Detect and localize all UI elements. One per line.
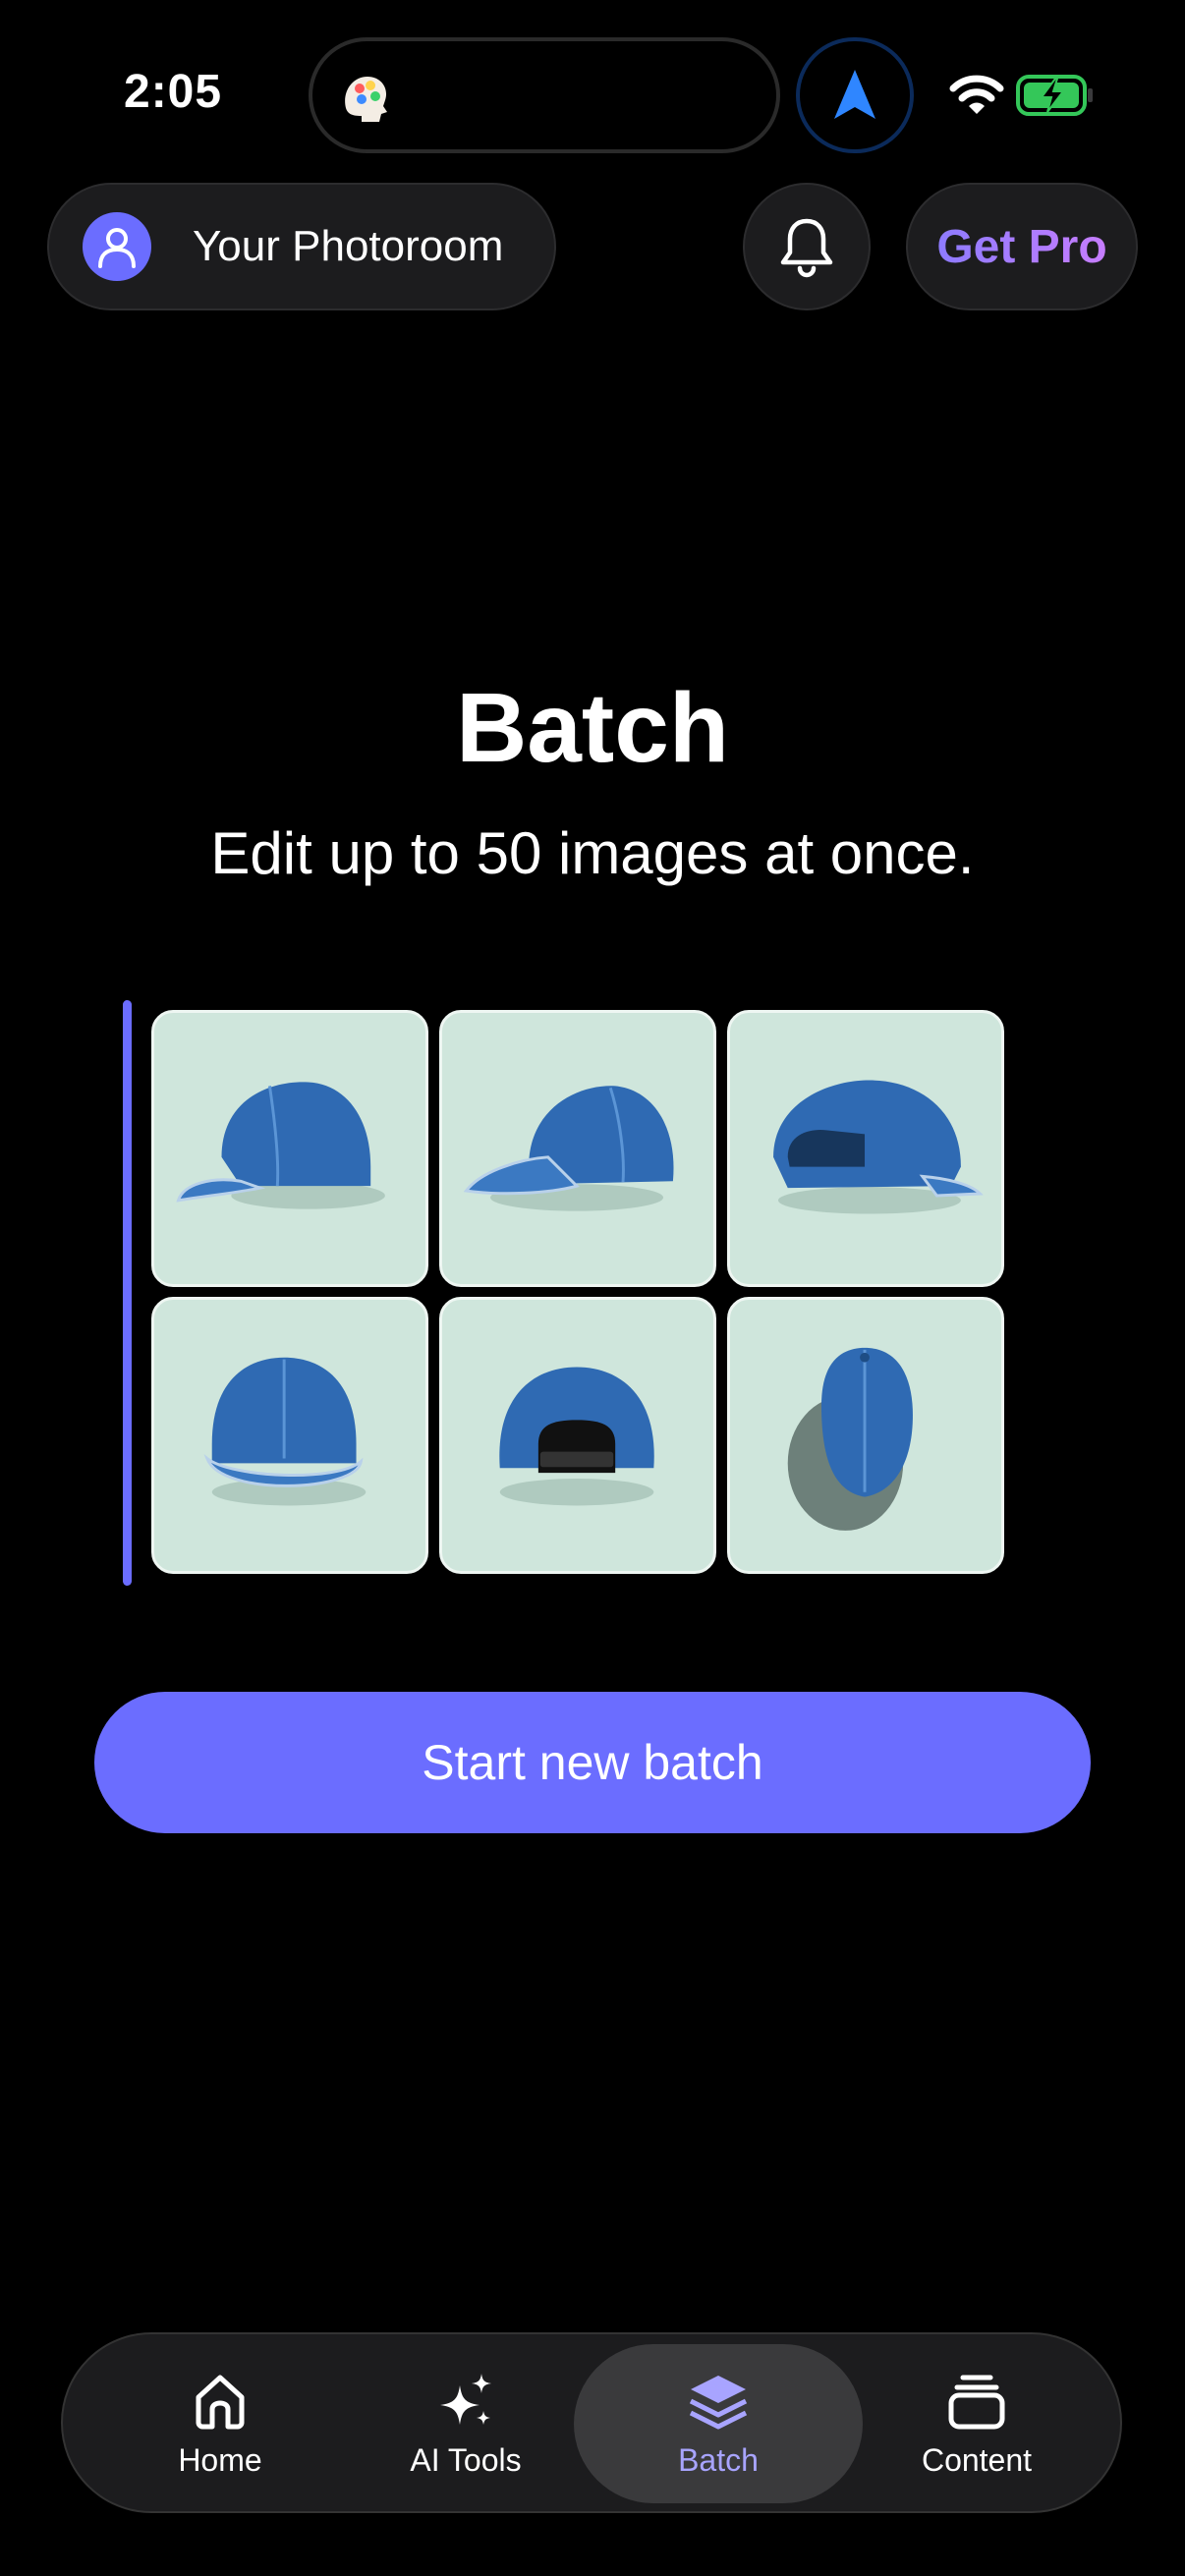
start-new-batch-button[interactable]: Start new batch: [94, 1692, 1091, 1833]
tab-home-label: Home: [178, 2441, 262, 2478]
sample-image-cap-side-left: [151, 1010, 428, 1287]
status-time: 2:05: [124, 66, 223, 118]
get-pro-label: Get Pro: [936, 220, 1107, 273]
stack-icon: [948, 2375, 1005, 2429]
sample-image-cap-front: [151, 1297, 428, 1574]
dynamic-island: [309, 37, 780, 153]
wifi-icon: [949, 75, 1004, 114]
tab-content[interactable]: Content: [878, 2344, 1075, 2503]
page-subtitle: Edit up to 50 images at once.: [210, 820, 975, 886]
sparkles-icon: [440, 2373, 491, 2425]
layers-icon: [689, 2375, 748, 2429]
notifications-button[interactable]: [743, 183, 871, 310]
account-label: Your Photoroom: [193, 222, 504, 270]
page-title: Batch: [456, 673, 729, 783]
navigation-arrow-icon: [834, 70, 875, 119]
sample-image-cap-back: [439, 1297, 716, 1574]
tab-batch[interactable]: Batch: [574, 2344, 863, 2503]
navigation-indicator: [796, 37, 914, 153]
battery-charging-icon: [1016, 75, 1093, 116]
tab-ai-tools-label: AI Tools: [410, 2441, 522, 2478]
home-icon: [196, 2375, 245, 2429]
tab-content-label: Content: [921, 2441, 1033, 2478]
user-icon: [98, 228, 136, 268]
tab-batch-label: Batch: [678, 2441, 759, 2478]
grid-accent-bar: [123, 1000, 132, 1586]
sample-image-cap-side-right: [439, 1010, 716, 1287]
bell-icon: [780, 218, 833, 278]
get-pro-button[interactable]: Get Pro: [906, 183, 1138, 310]
app-head-icon: [345, 77, 387, 122]
tab-home[interactable]: Home: [122, 2344, 318, 2503]
avatar: [83, 212, 151, 281]
sample-image-cap-top: [727, 1297, 1004, 1574]
tab-ai-tools[interactable]: AI Tools: [358, 2344, 574, 2503]
tab-bar: Home AI Tools Batch Content: [61, 2332, 1122, 2513]
account-button[interactable]: Your Photoroom: [47, 183, 556, 310]
sample-image-cap-back-angle: [727, 1010, 1004, 1287]
